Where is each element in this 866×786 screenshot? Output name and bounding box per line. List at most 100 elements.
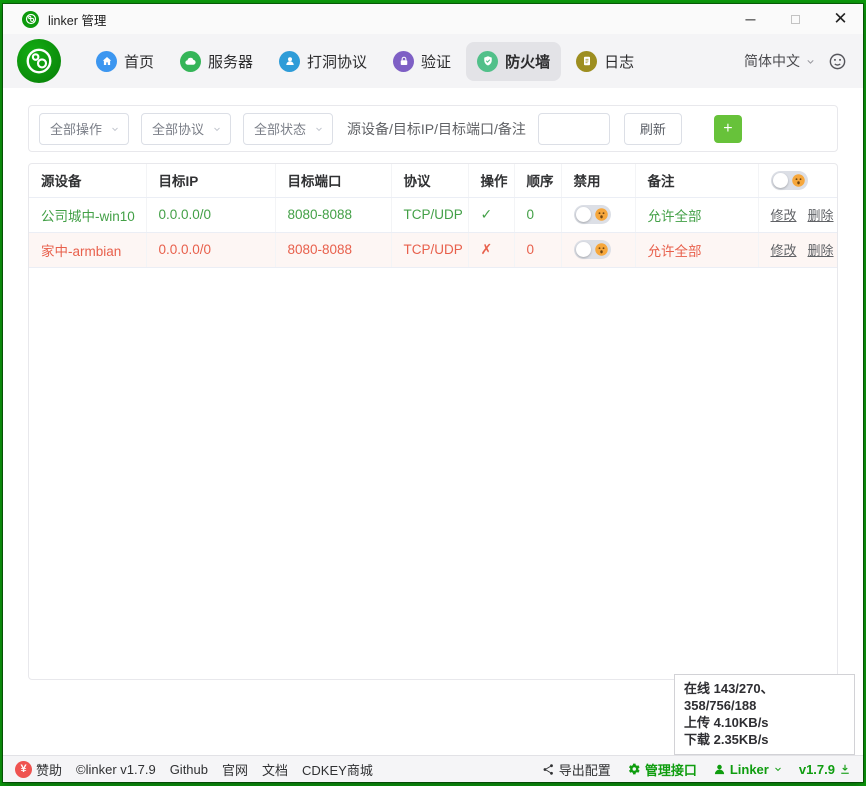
- account-label: Linker: [730, 762, 769, 777]
- search-input[interactable]: [538, 113, 610, 145]
- toggle-knob: [576, 207, 591, 222]
- header-disabled: 禁用: [561, 164, 635, 197]
- nav-item-firewall[interactable]: 防火墙: [466, 42, 561, 81]
- cdkey-store-link[interactable]: CDKEY商城: [302, 760, 373, 779]
- status-select[interactable]: 全部状态: [243, 113, 333, 145]
- cell-remark: 允许全部: [635, 232, 758, 267]
- cell-target-port: 8080-8088: [275, 232, 391, 267]
- share-icon: [542, 763, 555, 776]
- manage-api-label: 管理接口: [645, 760, 697, 779]
- nav-item-label: 打洞协议: [307, 51, 367, 72]
- gear-icon: [627, 762, 641, 776]
- website-link[interactable]: 官网: [222, 760, 248, 779]
- version-label: v1.7.9: [799, 762, 835, 777]
- cell-protocol: TCP/UDP: [391, 197, 468, 232]
- cell-target-ip: 0.0.0.0/0: [146, 197, 275, 232]
- rule-disable-toggle[interactable]: [574, 205, 611, 224]
- app-window: linker 管理 ─ ✕ 首页 服务器 打洞协议: [3, 4, 863, 782]
- nav-item-servers[interactable]: 服务器: [169, 42, 264, 81]
- nav-item-logs[interactable]: 日志: [565, 42, 645, 81]
- online-count: 在线 143/270、358/756/188: [684, 680, 845, 714]
- download-icon: [839, 763, 851, 775]
- toggle-knob: [773, 173, 788, 188]
- server-icon: [180, 51, 201, 72]
- edit-link[interactable]: 修改: [771, 208, 797, 223]
- docs-link[interactable]: 文档: [262, 760, 288, 779]
- cell-target-ip: 0.0.0.0/0: [146, 232, 275, 267]
- window-controls: ─ ✕: [728, 4, 863, 34]
- delete-link[interactable]: 删除: [808, 208, 834, 223]
- nav-item-label: 验证: [421, 51, 451, 72]
- home-icon: [96, 51, 117, 72]
- header-target-port: 目标端口: [275, 164, 391, 197]
- add-rule-button[interactable]: +: [714, 115, 742, 143]
- minimize-button[interactable]: ─: [728, 4, 773, 34]
- nav-item-label: 防火墙: [505, 51, 550, 72]
- account-menu[interactable]: Linker: [713, 762, 783, 777]
- table-header-row: 源设备 目标IP 目标端口 协议 操作 顺序 禁用 备注: [29, 164, 838, 197]
- app-logo-icon: [22, 11, 39, 28]
- donate-icon: ¥: [15, 761, 32, 778]
- cell-order: 0: [514, 232, 561, 267]
- cell-order: 0: [514, 197, 561, 232]
- export-config-button[interactable]: 导出配置: [542, 760, 611, 779]
- sponsor-link[interactable]: ¥ 赞助: [15, 760, 62, 779]
- titlebar: linker 管理 ─ ✕: [3, 4, 863, 34]
- theme-face-icon[interactable]: [828, 52, 847, 71]
- cell-protocol: TCP/UDP: [391, 232, 468, 267]
- version-update[interactable]: v1.7.9: [799, 762, 851, 777]
- protocol-select-value: 全部协议: [152, 119, 204, 138]
- edit-link[interactable]: 修改: [771, 243, 797, 258]
- filter-bar: 全部操作 全部协议 全部状态 源设备/目标IP/目标端口/备注 刷新 +: [28, 105, 838, 152]
- nav-item-home[interactable]: 首页: [85, 42, 165, 81]
- chevron-down-icon: [773, 764, 783, 774]
- main-content: 全部操作 全部协议 全部状态 源设备/目标IP/目标端口/备注 刷新 +: [3, 88, 863, 755]
- cell-actions: 修改删除: [758, 232, 838, 267]
- nav-item-label: 服务器: [208, 51, 253, 72]
- nav-item-tunnel[interactable]: 打洞协议: [268, 42, 378, 81]
- cell-actions: 修改删除: [758, 197, 838, 232]
- table-row: 家中-armbian 0.0.0.0/0 8080-8088 TCP/UDP ✗…: [29, 232, 838, 267]
- copyright-text: ©linker v1.7.9: [76, 762, 156, 777]
- window-title: linker 管理: [48, 10, 106, 29]
- language-label: 简体中文: [744, 51, 800, 71]
- refresh-button[interactable]: 刷新: [624, 113, 682, 145]
- user-icon: [713, 763, 726, 776]
- header-disable-all-toggle[interactable]: [771, 171, 808, 190]
- firewall-rules-table: 源设备 目标IP 目标端口 协议 操作 顺序 禁用 备注: [28, 163, 838, 680]
- toggle-knob: [576, 242, 591, 257]
- maximize-button[interactable]: [773, 4, 818, 34]
- github-link[interactable]: Github: [170, 762, 208, 777]
- header-remark: 备注: [635, 164, 758, 197]
- cell-disabled: [561, 197, 635, 232]
- cell-source: 家中-armbian: [29, 232, 146, 267]
- delete-link[interactable]: 删除: [808, 243, 834, 258]
- frowning-emoji-icon: [594, 207, 609, 222]
- allow-check-mark: ✓: [468, 197, 514, 232]
- close-button[interactable]: ✕: [818, 4, 863, 34]
- language-selector[interactable]: 简体中文: [744, 51, 816, 71]
- cell-disabled: [561, 232, 635, 267]
- chevron-down-icon: [212, 124, 222, 134]
- header-target-ip: 目标IP: [146, 164, 275, 197]
- operation-select[interactable]: 全部操作: [39, 113, 129, 145]
- table-row: 公司城中-win10 0.0.0.0/0 8080-8088 TCP/UDP ✓…: [29, 197, 838, 232]
- sponsor-label: 赞助: [36, 760, 62, 779]
- status-select-value: 全部状态: [254, 119, 306, 138]
- navbar-right: 简体中文: [744, 51, 847, 71]
- header-toggle-cell: [758, 164, 838, 197]
- lock-icon: [393, 51, 414, 72]
- tunnel-icon: [279, 51, 300, 72]
- protocol-select[interactable]: 全部协议: [141, 113, 231, 145]
- footer: ¥ 赞助 ©linker v1.7.9 Github 官网 文档 CDKEY商城…: [3, 755, 863, 782]
- maximize-icon: [791, 15, 800, 24]
- linker-logo-icon: [17, 39, 61, 83]
- frowning-emoji-icon: [594, 242, 609, 257]
- download-speed: 下载 2.35KB/s: [684, 731, 845, 748]
- search-label: 源设备/目标IP/目标端口/备注: [347, 119, 526, 139]
- chevron-down-icon: [110, 124, 120, 134]
- manage-api-button[interactable]: 管理接口: [627, 760, 697, 779]
- footer-right: 导出配置 管理接口 Linker v1.7.9: [542, 760, 851, 779]
- nav-item-auth[interactable]: 验证: [382, 42, 462, 81]
- rule-disable-toggle[interactable]: [574, 240, 611, 259]
